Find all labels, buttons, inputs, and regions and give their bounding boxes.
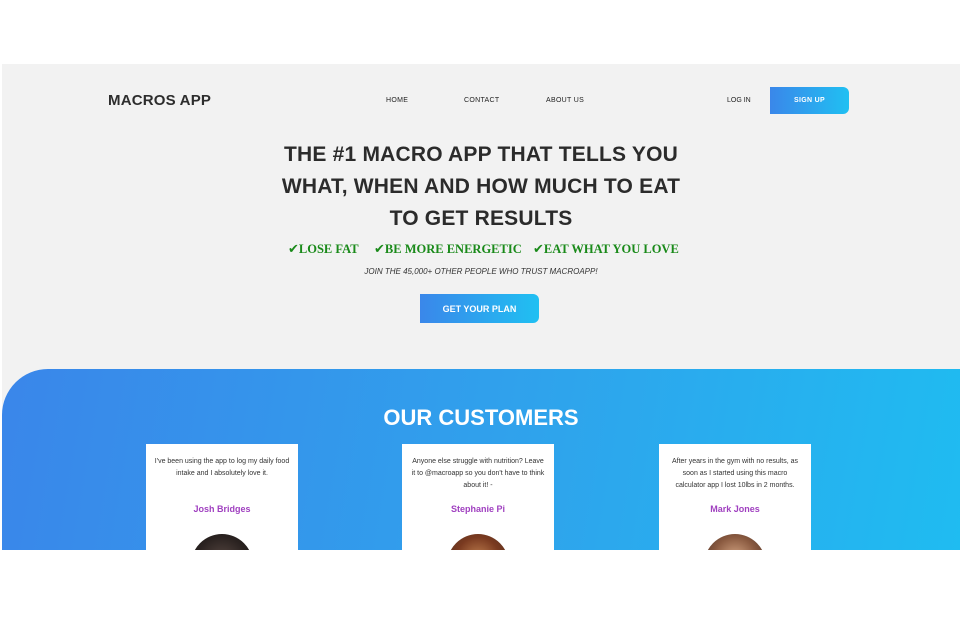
- nav-home-link[interactable]: HOME: [386, 97, 408, 104]
- logo[interactable]: MACROS APP: [108, 92, 211, 109]
- avatar: [704, 534, 766, 550]
- check-icon: ✔: [288, 242, 299, 257]
- get-your-plan-button[interactable]: GET YOUR PLAN: [420, 294, 539, 323]
- hero-headline-line-1: THE #1 MACRO APP THAT TELLS YOU: [284, 143, 678, 166]
- customers-section: OUR CUSTOMERS I've been using the app to…: [2, 369, 960, 550]
- customers-title: OUR CUSTOMERS: [383, 405, 579, 430]
- nav-about-us-link[interactable]: ABOUT US: [546, 97, 584, 104]
- testimonial-name: Mark Jones: [710, 504, 760, 514]
- landing-page: MACROS APP HOME CONTACT ABOUT US LOG IN …: [2, 64, 960, 550]
- testimonial-card: After years in the gym with no results, …: [659, 444, 811, 550]
- testimonial-card: I've been using the app to log my daily …: [146, 444, 298, 550]
- avatar: [191, 534, 253, 550]
- benefit-energetic: ✔BE MORE ENERGETIC: [374, 242, 522, 257]
- testimonial-name: Stephanie Pi: [450, 504, 505, 514]
- hero-headline-line-2: WHAT, WHEN AND HOW MUCH TO EAT: [281, 175, 681, 198]
- testimonial-name: Josh Bridges: [193, 504, 251, 514]
- check-icon: ✔: [374, 242, 385, 257]
- tagline: JOIN THE 45,000+ OTHER PEOPLE WHO TRUST …: [364, 267, 598, 276]
- signup-button[interactable]: SIGN UP: [770, 87, 849, 114]
- nav-contact-link[interactable]: CONTACT: [464, 97, 499, 104]
- benefit-lose-fat: ✔LOSE FAT: [288, 242, 359, 257]
- testimonial-quote: After years in the gym with no results, …: [671, 458, 799, 489]
- testimonial-card: Anyone else struggle with nutrition? Lea…: [402, 444, 554, 550]
- check-icon: ✔: [533, 242, 544, 257]
- login-link[interactable]: LOG IN: [727, 97, 751, 104]
- hero-headline-line-3: TO GET RESULTS: [389, 207, 573, 230]
- testimonial-quote: Anyone else struggle with nutrition? Lea…: [411, 458, 545, 489]
- avatar: [447, 534, 509, 550]
- testimonial-quote: I've been using the app to log my daily …: [154, 458, 290, 477]
- benefit-eat-what-you-love: ✔EAT WHAT YOU LOVE: [533, 242, 679, 257]
